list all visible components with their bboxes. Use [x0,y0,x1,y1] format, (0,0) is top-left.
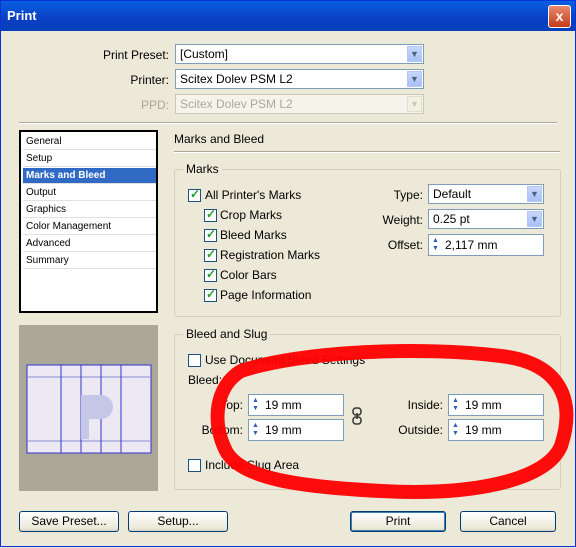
nav-item-graphics[interactable]: Graphics [23,202,156,218]
chevron-down-icon: ▼ [407,96,422,112]
stepper-arrows-icon[interactable]: ▲ ▼ [451,422,460,438]
weight-label: Weight: [382,213,423,227]
bleed-slug-group-title: Bleed and Slug [183,327,271,341]
type-label: Type: [393,188,423,202]
section-title: Marks and Bleed [174,132,265,146]
stepper-arrows-icon[interactable]: ▲ ▼ [451,397,460,413]
printer-value: Scitex Dolev PSM L2 [180,72,293,86]
all-printers-marks-label: All Printer's Marks [205,188,302,202]
ppd-value: Scitex Dolev PSM L2 [180,97,293,111]
bottom-value: 19 mm [265,423,302,437]
inside-value: 19 mm [465,398,502,412]
top-stepper[interactable]: ▲ ▼ 19 mm [248,394,344,416]
nav-item-output[interactable]: Output [23,185,156,201]
marks-group-title: Marks [183,162,222,176]
section-separator [174,151,560,153]
inside-stepper[interactable]: ▲ ▼ 19 mm [448,394,544,416]
bottom-label: Bottom: [201,423,243,437]
nav-item-color-management[interactable]: Color Management [23,219,156,235]
color-bars-checkbox[interactable] [204,267,217,282]
printer-label: Printer: [130,73,169,87]
inside-label: Inside: [407,398,443,412]
weight-value: 0.25 pt [433,212,470,226]
outside-label: Outside: [398,423,443,437]
offset-value: 2,117 mm [445,238,498,252]
stepper-arrows-icon[interactable]: ▲ ▼ [251,422,260,438]
include-slug-label: Include Slug Area [205,458,300,472]
ppd-label: PPD: [140,98,169,112]
title-bar: Print x [1,1,575,31]
ppd-dropdown: Scitex Dolev PSM L2 ▼ [175,94,424,114]
type-value: Default [433,187,472,201]
print-preset-value: [Custom] [180,47,229,61]
registration-marks-label: Registration Marks [220,248,321,262]
print-preset-dropdown[interactable]: [Custom] ▼ [175,44,424,64]
use-document-bleed-label: Use Document Bleed Settings [205,353,366,367]
separator [19,122,557,124]
nav-item-advanced[interactable]: Advanced [23,236,156,252]
registration-marks-checkbox[interactable] [204,247,217,262]
save-preset-button[interactable]: Save Preset... [19,511,119,532]
chevron-down-icon: ▼ [527,186,542,202]
preview-graphic [26,364,152,454]
crop-marks-label: Crop Marks [220,208,283,222]
nav-item-marks-and-bleed[interactable]: Marks and Bleed [23,168,156,184]
type-dropdown[interactable]: Default ▼ [428,184,544,204]
weight-dropdown[interactable]: 0.25 pt ▼ [428,209,544,229]
color-bars-label: Color Bars [220,268,277,282]
window-title: Print [7,8,37,23]
bottom-stepper[interactable]: ▲ ▼ 19 mm [248,419,344,441]
nav-item-general[interactable]: General [23,134,156,150]
chain-link-icon[interactable] [350,407,364,425]
offset-stepper[interactable]: ▲ ▼ 2,117 mm [428,234,544,256]
outside-value: 19 mm [465,423,502,437]
print-preset-label: Print Preset: [102,48,169,62]
print-button[interactable]: Print [350,511,446,532]
chevron-down-icon: ▼ [407,71,422,87]
stepper-arrows-icon[interactable]: ▲ ▼ [251,397,260,413]
page-preview [19,325,158,491]
cancel-button[interactable]: Cancel [460,511,556,532]
nav-item-setup[interactable]: Setup [23,151,156,167]
top-value: 19 mm [265,398,302,412]
print-dialog: Print x Print Preset: [Custom] ▼ Printer… [0,0,576,547]
include-slug-checkbox[interactable] [188,459,201,472]
use-document-bleed-checkbox[interactable] [188,354,201,367]
offset-label: Offset: [387,238,423,252]
all-printers-marks-checkbox[interactable] [188,187,201,202]
outside-stepper[interactable]: ▲ ▼ 19 mm [448,419,544,441]
page-information-checkbox[interactable] [204,287,217,302]
printer-dropdown[interactable]: Scitex Dolev PSM L2 ▼ [175,69,424,89]
stepper-arrows-icon[interactable]: ▲ ▼ [431,237,440,253]
top-label: Top: [220,398,243,412]
chevron-down-icon: ▼ [407,46,422,62]
nav-item-summary[interactable]: Summary [23,253,156,269]
bleed-label: Bleed: [188,373,223,387]
bleed-marks-checkbox[interactable] [204,227,217,242]
chevron-down-icon: ▼ [527,211,542,227]
category-list: General Setup Marks and Bleed Output Gra… [19,130,158,313]
setup-button[interactable]: Setup... [128,511,228,532]
crop-marks-checkbox[interactable] [204,207,217,222]
bleed-marks-label: Bleed Marks [220,228,287,242]
page-information-label: Page Information [220,288,312,302]
close-button[interactable]: x [548,5,571,28]
